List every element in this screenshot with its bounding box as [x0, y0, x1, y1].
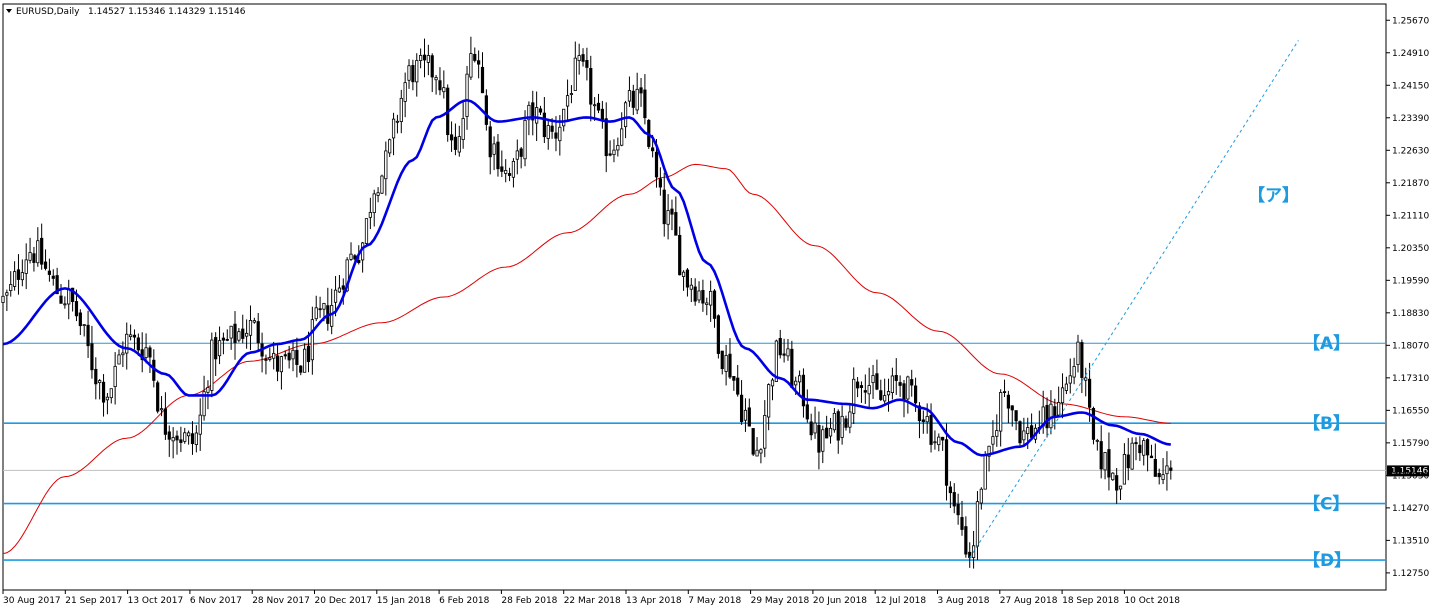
- candle: [156, 380, 160, 414]
- level-label: 【D】: [1303, 550, 1351, 571]
- trendline-label: 【ア】: [1248, 185, 1299, 206]
- x-tick-label: 22 Mar 2018: [564, 596, 621, 606]
- x-tick-label: 27 Aug 2018: [1000, 596, 1058, 606]
- chart-canvas[interactable]: 1.15146 【ア】 【A】【B】【C】【D】 1.256701.249101…: [0, 0, 1430, 611]
- y-tick-label: 1.18830: [1392, 309, 1429, 319]
- chart-header: EURUSD,Daily 1.14527 1.15346 1.14329 1.1…: [6, 7, 246, 17]
- y-tick-label: 1.16550: [1392, 406, 1429, 416]
- y-tick-label: 1.21870: [1392, 179, 1429, 189]
- x-tick-label: 20 Dec 2017: [315, 596, 373, 606]
- y-tick-label: 1.17310: [1392, 374, 1429, 384]
- y-tick-label: 1.24150: [1392, 81, 1429, 91]
- x-tick-label: 20 Jun 2018: [813, 596, 867, 606]
- candle: [1111, 472, 1115, 481]
- candle: [380, 174, 384, 195]
- y-tick-label: 1.19590: [1392, 276, 1429, 286]
- symbol-label: EURUSD,Daily: [16, 7, 80, 17]
- y-tick-label: 1.13510: [1392, 536, 1429, 546]
- y-tick-label: 1.15790: [1392, 439, 1429, 449]
- x-tick-label: 10 Oct 2018: [1124, 596, 1180, 606]
- level-label: 【A】: [1303, 333, 1350, 354]
- x-tick-label: 13 Oct 2017: [128, 596, 184, 606]
- y-tick-label: 1.12750: [1392, 569, 1429, 579]
- x-tick-label: 29 May 2018: [751, 596, 810, 606]
- x-tick-label: 15 Jan 2018: [377, 596, 431, 606]
- x-tick-label: 3 Aug 2018: [938, 596, 990, 606]
- candle: [1018, 420, 1022, 446]
- x-tick-label: 30 Aug 2017: [3, 596, 61, 606]
- y-tick-label: 1.25670: [1392, 16, 1429, 26]
- y-tick-label: 1.23390: [1392, 114, 1429, 124]
- x-tick-label: 28 Feb 2018: [501, 596, 557, 606]
- candle: [751, 428, 755, 457]
- level-label: 【C】: [1303, 494, 1349, 515]
- y-tick-label: 1.21110: [1392, 211, 1429, 221]
- y-tick-label: 1.18070: [1392, 341, 1429, 351]
- candle: [1091, 406, 1096, 445]
- x-tick-label: 28 Nov 2017: [252, 596, 310, 606]
- y-tick-label: 1.15030: [1392, 471, 1429, 481]
- ohlc-readout: 1.14527 1.15346 1.14329 1.15146: [88, 7, 246, 17]
- x-tick-label: 18 Sep 2018: [1062, 596, 1119, 606]
- level-label: 【B】: [1303, 413, 1350, 434]
- y-tick-label: 1.24910: [1392, 49, 1429, 59]
- x-tick-label: 7 May 2018: [688, 596, 741, 606]
- y-tick-label: 1.20350: [1392, 244, 1429, 254]
- y-tick-label: 1.22630: [1392, 146, 1429, 156]
- candle: [716, 314, 720, 359]
- candle: [364, 218, 369, 246]
- x-tick-label: 21 Sep 2017: [65, 596, 122, 606]
- candle: [484, 89, 488, 131]
- x-tick-label: 13 Apr 2018: [626, 596, 682, 606]
- x-tick-label: 6 Nov 2017: [190, 596, 242, 606]
- x-tick-label: 12 Jul 2018: [875, 596, 926, 606]
- y-tick-label: 1.14270: [1392, 504, 1429, 514]
- x-tick-label: 6 Feb 2018: [439, 596, 490, 606]
- candle: [210, 332, 214, 398]
- candle: [983, 451, 987, 490]
- chart-window[interactable]: 1.15146 【ア】 【A】 【B】 【C】 【D】 1.25670 1.24910 1…: [0, 0, 1430, 611]
